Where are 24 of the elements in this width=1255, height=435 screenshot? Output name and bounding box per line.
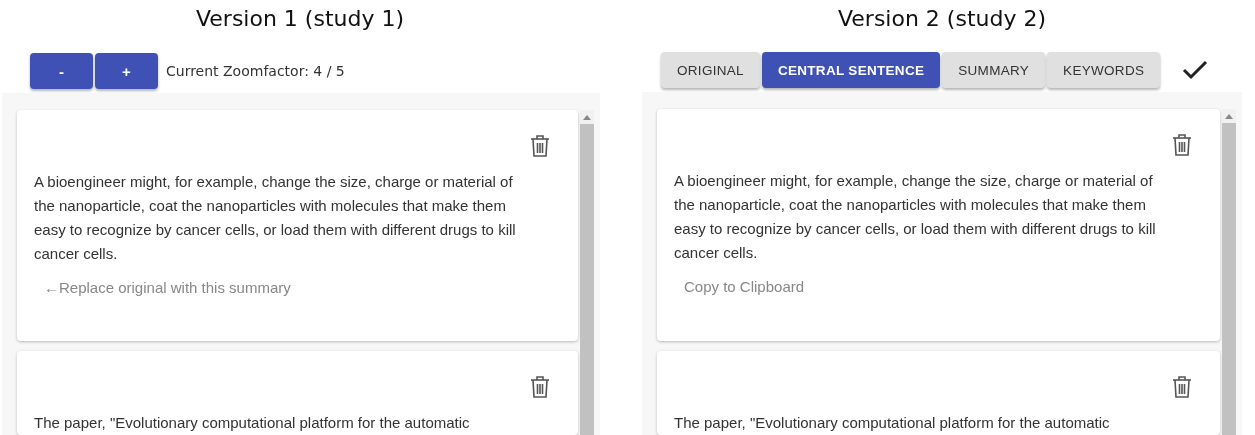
view-tab[interactable]: CENTRAL SENTENCE <box>761 52 941 88</box>
trash-icon[interactable] <box>1172 375 1192 399</box>
scroll-up-arrow-icon[interactable] <box>1225 114 1233 119</box>
scroll-up-arrow-icon[interactable] <box>583 115 591 120</box>
card-text: A bioengineer might, for example, change the size, charge or material of the nanoparticle, coat the nanoparticles with molecules that make them easy to recognize by cancer cells, or load them with different drugs to kill cancer cells. <box>674 171 1157 263</box>
card-text: A bioengineer might, for example, change the size, charge or material of the nanoparticle, coat the nanoparticles with molecules that make them easy to recognize by cancer cells, or load them with different drugs to kill cancer cells. <box>34 172 517 264</box>
trash-icon[interactable] <box>1172 133 1192 157</box>
card-action-link[interactable]: Copy to Clipboard <box>684 278 1190 295</box>
trash-icon[interactable] <box>530 375 550 399</box>
scrollbar[interactable] <box>1222 109 1236 435</box>
view-tab[interactable]: SUMMARY <box>942 52 1046 88</box>
card-text: The paper, "Evolutionary computational platform for the automatic <box>34 413 471 433</box>
card-text: The paper, "Evolutionary computational platform for the automatic <box>674 413 1111 433</box>
zoom-button[interactable]: - <box>30 53 93 89</box>
version-heading: Version 1 (study 1) <box>195 5 405 33</box>
view-tab[interactable]: KEYWORDS <box>1047 52 1161 88</box>
card-action-link[interactable]: ←Replace original with this summary <box>44 279 548 296</box>
view-tab[interactable]: ORIGINAL <box>661 52 760 88</box>
zoom-button[interactable]: + <box>95 53 158 89</box>
version-heading: Version 2 (study 2) <box>837 5 1047 33</box>
zoom-factor-label: Current Zoomfactor: 4 / 5 <box>166 63 345 79</box>
checkmark-icon[interactable] <box>1182 60 1208 80</box>
scrollbar[interactable] <box>580 110 594 435</box>
trash-icon[interactable] <box>530 134 550 158</box>
